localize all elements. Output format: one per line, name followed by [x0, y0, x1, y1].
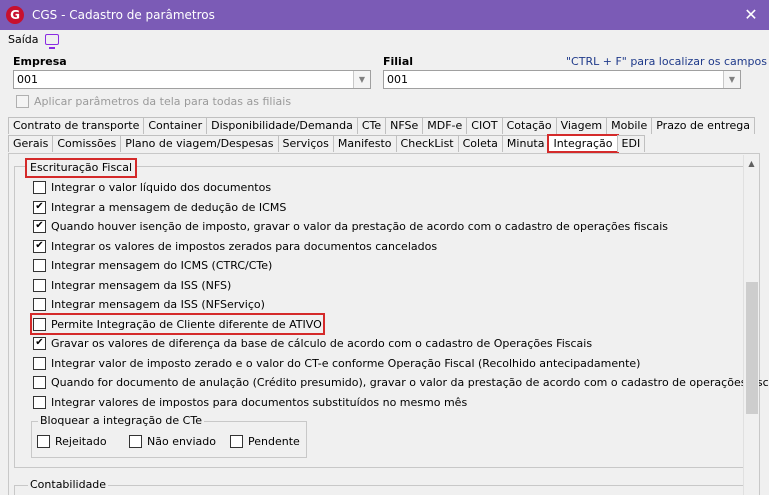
option-label: Integrar os valores de impostos zerados …	[51, 239, 438, 253]
tab-contrato-de-transporte[interactable]: Contrato de transporte	[8, 117, 145, 134]
tab-edi[interactable]: EDI	[616, 135, 646, 152]
empresa-select[interactable]: 001 ▼	[13, 70, 371, 89]
monitor-icon[interactable]	[44, 33, 59, 49]
option-label: Integrar valores de impostos para docume…	[51, 395, 468, 409]
escrituracao-title: Escrituração Fiscal	[25, 158, 138, 178]
apply-all-checkbox-row[interactable]: Aplicar parâmetros da tela para todas as…	[16, 95, 291, 108]
option-checkbox[interactable]: ✔	[33, 336, 46, 350]
option-checkbox[interactable]	[33, 395, 46, 409]
option-checkbox[interactable]	[33, 356, 46, 370]
checkmark-icon: ✔	[35, 220, 44, 231]
option-label: Integrar valor de imposto zerado e o val…	[51, 356, 641, 370]
option-checkbox[interactable]	[33, 375, 46, 389]
escrituracao-option[interactable]: Permite Integração de Cliente diferente …	[30, 313, 325, 335]
escrituracao-option[interactable]: ✔ Quando houver isenção de imposto, grava…	[33, 218, 668, 234]
toolbar: Saída	[0, 30, 59, 49]
tab-nfse[interactable]: NFSe	[385, 117, 424, 134]
close-button[interactable]: ✕	[741, 5, 761, 25]
escrituracao-option[interactable]: Integrar o valor líquido dos documentos	[33, 179, 271, 195]
nao-enviado-option[interactable]: Não enviado	[129, 435, 216, 448]
bloquear-title: Bloquear a integração de CTe	[38, 414, 204, 427]
escrituracao-option[interactable]: Integrar valor de imposto zerado e o val…	[33, 355, 640, 371]
option-label: Integrar mensagem do ICMS (CTRC/CTe)	[51, 258, 273, 272]
filial-value: 001	[387, 73, 408, 86]
escrituracao-option[interactable]: Quando for documento de anulação (Crédit…	[33, 374, 769, 390]
filial-select[interactable]: 001 ▼	[383, 70, 741, 89]
window-title: CGS - Cadastro de parâmetros	[32, 8, 215, 22]
tab-row-1: Contrato de transporte Container Disponibi…	[8, 117, 756, 134]
option-label: Integrar a mensagem de dedução de ICMS	[51, 200, 287, 214]
option-checkbox[interactable]	[33, 258, 46, 272]
option-label: Integrar o valor líquido dos documentos	[51, 180, 272, 194]
pendente-checkbox[interactable]	[230, 435, 243, 448]
tab-viagem[interactable]: Viagem	[555, 117, 608, 134]
escrituracao-option[interactable]: Integrar mensagem da ISS (NFS)	[33, 277, 231, 293]
contabilidade-title: Contabilidade	[28, 478, 109, 491]
apply-all-checkbox[interactable]	[16, 95, 29, 108]
tab-gerais[interactable]: Gerais	[8, 135, 54, 152]
nao-enviado-checkbox[interactable]	[129, 435, 142, 448]
vertical-scrollbar[interactable]: ▲	[743, 155, 759, 495]
empresa-label: Empresa	[13, 55, 67, 68]
tab-mdf-e[interactable]: MDF-e	[422, 117, 468, 134]
tab-checklist[interactable]: CheckList	[395, 135, 459, 152]
filial-label: Filial	[383, 55, 414, 68]
escrituracao-option[interactable]: Integrar mensagem do ICMS (CTRC/CTe)	[33, 257, 272, 273]
tab-container[interactable]: Container	[143, 117, 208, 134]
tab-row-2: Gerais Comissões Plano de viagem/Despesas S…	[8, 134, 646, 153]
search-hint: "CTRL + F" para localizar os campos	[566, 55, 767, 68]
pendente-label: Pendente	[248, 435, 300, 448]
escrituracao-option[interactable]: ✔ Integrar os valores de impostos zerados…	[33, 238, 437, 254]
tab-prazo-de-entrega[interactable]: Prazo de entrega	[651, 117, 756, 134]
scrollbar-thumb[interactable]	[746, 282, 758, 414]
tab-coleta[interactable]: Coleta	[457, 135, 503, 152]
empresa-value: 001	[17, 73, 38, 86]
app-logo-icon: G	[6, 6, 24, 24]
checkmark-icon: ✔	[35, 337, 44, 348]
option-label: Integrar mensagem da ISS (NFS)	[51, 278, 232, 292]
option-checkbox[interactable]: ✔	[33, 239, 46, 253]
title-bar: G CGS - Cadastro de parâmetros ✕	[0, 0, 769, 30]
saida-button[interactable]: Saída	[8, 33, 39, 46]
chevron-down-icon[interactable]: ▼	[353, 71, 370, 88]
tab-integracao[interactable]: Integração	[547, 134, 619, 153]
rejeitado-checkbox[interactable]	[37, 435, 50, 448]
scroll-up-icon[interactable]: ▲	[744, 155, 759, 171]
option-label: Quando houver isenção de imposto, gravar…	[51, 219, 668, 233]
tab-servicos[interactable]: Serviços	[277, 135, 334, 152]
option-checkbox[interactable]	[33, 317, 46, 331]
tab-ciot[interactable]: CIOT	[466, 117, 503, 134]
escrituracao-option[interactable]: ✔ Gravar os valores de diferença da base …	[33, 335, 592, 351]
option-label: Gravar os valores de diferença da base d…	[51, 336, 593, 350]
option-checkbox[interactable]	[33, 180, 46, 194]
option-checkbox[interactable]	[33, 278, 46, 292]
tab-manifesto[interactable]: Manifesto	[332, 135, 397, 152]
rejeitado-option[interactable]: Rejeitado	[37, 435, 107, 448]
option-label: Quando for documento de anulação (Crédit…	[51, 375, 769, 389]
checkmark-icon: ✔	[35, 201, 44, 212]
tab-cte[interactable]: CTe	[356, 117, 387, 134]
tab-comissoes[interactable]: Comissões	[52, 135, 122, 152]
tab-mobile[interactable]: Mobile	[606, 117, 653, 134]
option-checkbox[interactable]: ✔	[33, 219, 46, 233]
escrituracao-option[interactable]: Integrar valores de impostos para docume…	[33, 394, 467, 410]
option-checkbox[interactable]	[33, 297, 46, 311]
tab-minuta[interactable]: Minuta	[501, 135, 550, 152]
apply-all-label: Aplicar parâmetros da tela para todas as…	[34, 95, 292, 108]
chevron-down-icon[interactable]: ▼	[723, 71, 740, 88]
tab-disponibilidade-demanda[interactable]: Disponibilidade/Demanda	[206, 117, 358, 134]
option-label: Permite Integração de Cliente diferente …	[51, 317, 322, 331]
checkmark-icon: ✔	[35, 240, 44, 251]
nao-enviado-label: Não enviado	[147, 435, 216, 448]
rejeitado-label: Rejeitado	[55, 435, 107, 448]
escrituracao-option[interactable]: ✔ Integrar a mensagem de dedução de ICMS	[33, 199, 286, 215]
tab-plano-de-viagem-despesas[interactable]: Plano de viagem/Despesas	[120, 135, 279, 152]
tab-cotacao[interactable]: Cotação	[501, 117, 557, 134]
option-checkbox[interactable]: ✔	[33, 200, 46, 214]
contabilidade-group	[14, 485, 751, 495]
option-label: Integrar mensagem da ISS (NFServiço)	[51, 297, 265, 311]
pendente-option[interactable]: Pendente	[230, 435, 300, 448]
escrituracao-option[interactable]: Integrar mensagem da ISS (NFServiço)	[33, 296, 265, 312]
